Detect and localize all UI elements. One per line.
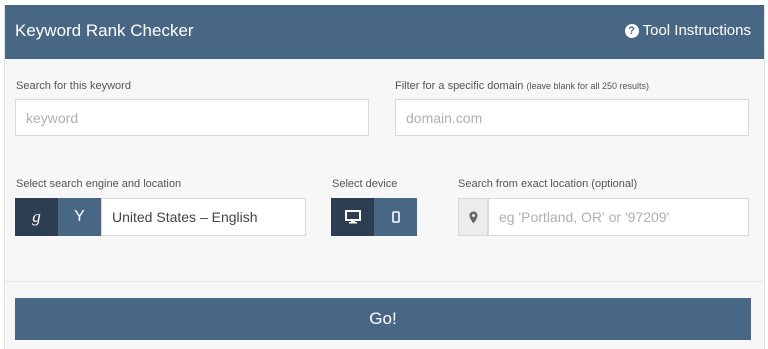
engine-toggle: g Y <box>15 198 101 236</box>
location-language-select[interactable]: United States – English <box>101 198 306 236</box>
keyword-label-text: Search for this keyword <box>16 80 131 92</box>
divider <box>5 281 764 282</box>
tool-instructions-link[interactable]: ? Tool Instructions <box>624 22 751 39</box>
go-button-label: Go! <box>369 309 397 328</box>
mobile-icon <box>391 211 400 223</box>
mobile-device-button[interactable] <box>374 198 417 236</box>
question-circle-icon: ? <box>624 23 639 38</box>
go-button[interactable]: Go! <box>15 298 751 340</box>
exact-location-label: Search from exact location (optional) <box>458 178 638 190</box>
rank-checker-card: Keyword Rank Checker ? Tool Instructions… <box>4 5 765 349</box>
map-pin-addon <box>458 198 488 236</box>
yahoo-icon: Y <box>74 208 85 225</box>
desktop-device-button[interactable] <box>331 198 374 236</box>
header-bar: Keyword Rank Checker ? Tool Instructions <box>5 5 764 59</box>
google-engine-button[interactable]: g <box>15 198 58 236</box>
domain-label: Filter for a specific domain (leave blan… <box>395 80 649 92</box>
yahoo-engine-button[interactable]: Y <box>58 198 101 236</box>
google-icon: g <box>32 207 41 226</box>
desktop-icon <box>344 210 361 224</box>
page-title: Keyword Rank Checker <box>15 21 194 40</box>
exact-location-input[interactable] <box>488 198 749 236</box>
tool-instructions-label: Tool Instructions <box>642 22 751 39</box>
domain-input[interactable] <box>395 99 749 136</box>
domain-label-note: (leave blank for all 250 results) <box>526 81 650 91</box>
domain-label-text: Filter for a specific domain <box>395 80 524 92</box>
location-language-value: United States – English <box>112 209 258 225</box>
keyword-input[interactable] <box>15 99 369 136</box>
map-pin-icon <box>469 211 477 223</box>
device-toggle <box>331 198 417 236</box>
keyword-label: Search for this keyword <box>16 80 131 92</box>
engine-label: Select search engine and location <box>16 178 182 190</box>
device-label: Select device <box>332 178 398 190</box>
